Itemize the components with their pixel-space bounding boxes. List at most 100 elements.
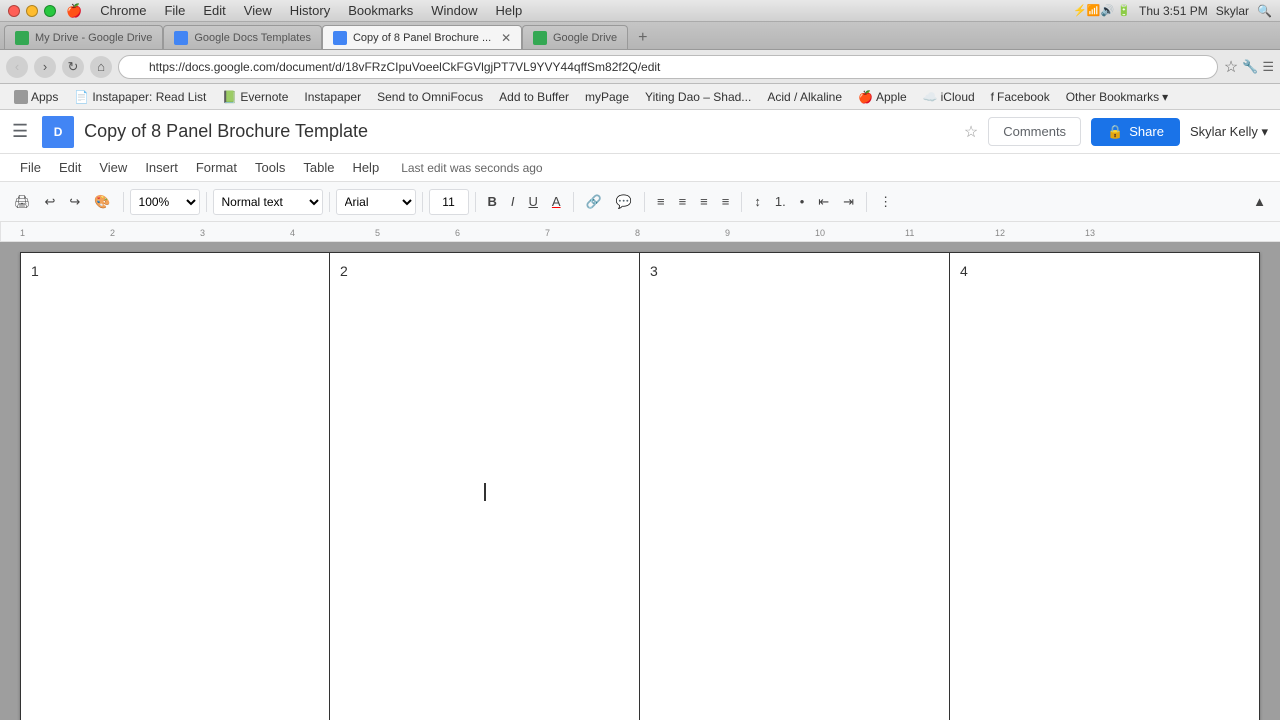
- reload-button[interactable]: ↻: [62, 56, 84, 78]
- align-left-button[interactable]: ≡: [651, 188, 671, 216]
- window-menu[interactable]: Window: [431, 3, 477, 19]
- forward-button[interactable]: ›: [34, 56, 56, 78]
- document-title[interactable]: Copy of 8 Panel Brochure Template: [84, 121, 950, 142]
- bookmark-facebook[interactable]: f Facebook: [985, 88, 1056, 106]
- italic-button[interactable]: I: [505, 188, 521, 216]
- bookmark-icloud[interactable]: ☁️ iCloud: [917, 88, 981, 106]
- link-button[interactable]: 🔗: [580, 188, 608, 216]
- help-menu-item[interactable]: Help: [344, 156, 387, 179]
- paint-format-button[interactable]: 🎨: [88, 188, 116, 216]
- increase-indent-button[interactable]: ⇥: [837, 188, 860, 216]
- panel-3[interactable]: 3: [640, 252, 950, 720]
- comments-button[interactable]: Comments: [988, 117, 1081, 146]
- zoom-select[interactable]: 100%: [130, 189, 200, 215]
- doc-body: ☰ D Copy of 8 Panel Brochure Template ☆ …: [0, 110, 1280, 720]
- table-menu-item[interactable]: Table: [295, 156, 342, 179]
- svg-text:11: 11: [905, 228, 914, 238]
- separator: [475, 192, 476, 212]
- search-icon[interactable]: 🔍: [1257, 4, 1272, 18]
- bookmark-star-icon[interactable]: ☆: [1224, 57, 1238, 77]
- unordered-list-button[interactable]: •: [794, 188, 811, 216]
- align-right-button[interactable]: ≡: [694, 188, 714, 216]
- close-button[interactable]: [8, 5, 20, 17]
- svg-text:1: 1: [20, 228, 25, 238]
- print-button[interactable]: 🖨: [8, 188, 37, 216]
- view-menu-item[interactable]: View: [91, 156, 135, 179]
- tools-menu-item[interactable]: Tools: [247, 156, 293, 179]
- home-button[interactable]: ⌂: [90, 56, 112, 78]
- svg-text:5: 5: [375, 228, 380, 238]
- tab-close-button[interactable]: ✕: [501, 31, 511, 45]
- sidebar-toggle-icon[interactable]: ☰: [12, 121, 28, 142]
- menu-icon[interactable]: ☰: [1262, 59, 1274, 75]
- more-button[interactable]: ⋮: [873, 188, 898, 216]
- bold-button[interactable]: B: [482, 188, 503, 216]
- new-tab-button[interactable]: +: [632, 27, 653, 49]
- help-menu[interactable]: Help: [495, 3, 522, 19]
- user-account[interactable]: Skylar Kelly ▾: [1190, 124, 1268, 140]
- collapse-toolbar-button[interactable]: ▲: [1247, 188, 1272, 216]
- apple-menu[interactable]: 🍎: [66, 3, 82, 19]
- ruler: 1 2 3 4 5 6 7 8 9 10 11 12 13: [0, 222, 1280, 242]
- mac-menu-bar: 🍎 Chrome File Edit View History Bookmark…: [66, 3, 522, 19]
- bookmark-label: myPage: [585, 90, 629, 104]
- edit-menu[interactable]: Edit: [203, 3, 225, 19]
- align-center-button[interactable]: ≡: [673, 188, 693, 216]
- bookmark-evernote[interactable]: 📗 Evernote: [216, 88, 294, 106]
- svg-text:6: 6: [455, 228, 460, 238]
- file-menu[interactable]: File: [164, 3, 185, 19]
- line-spacing-button[interactable]: ↕: [748, 188, 767, 216]
- separator: [329, 192, 330, 212]
- bookmarks-menu[interactable]: Bookmarks: [348, 3, 413, 19]
- redo-button[interactable]: ↪: [63, 188, 86, 216]
- style-select[interactable]: Normal text: [213, 189, 323, 215]
- minimize-button[interactable]: [26, 5, 38, 17]
- view-menu[interactable]: View: [244, 3, 272, 19]
- separator: [866, 192, 867, 212]
- bookmark-buffer[interactable]: Add to Buffer: [493, 88, 575, 106]
- bookmark-label: Apple: [876, 90, 907, 104]
- tab-mydrive[interactable]: My Drive - Google Drive: [4, 25, 163, 49]
- tab-brochure[interactable]: Copy of 8 Panel Brochure ... ✕: [322, 25, 522, 49]
- back-button[interactable]: ‹: [6, 56, 28, 78]
- justify-button[interactable]: ≡: [716, 188, 736, 216]
- file-menu-item[interactable]: File: [12, 156, 49, 179]
- bookmark-yiting[interactable]: Yiting Dao – Shad...: [639, 88, 757, 106]
- extensions-icon[interactable]: 🔧: [1242, 59, 1258, 75]
- panel-2[interactable]: 2: [330, 252, 640, 720]
- text-color-button[interactable]: A: [546, 188, 567, 216]
- bookmark-apple[interactable]: 🍎 Apple: [852, 88, 913, 106]
- font-select[interactable]: Arial: [336, 189, 416, 215]
- panel-number-3: 3: [650, 263, 658, 279]
- panel-1[interactable]: 1: [20, 252, 330, 720]
- comment-button[interactable]: 💬: [610, 188, 638, 216]
- share-button[interactable]: 🔒 Share: [1091, 118, 1180, 146]
- tab-favicon-drive: [15, 31, 29, 45]
- bookmark-instapaper[interactable]: Instapaper: [298, 88, 367, 106]
- history-menu[interactable]: History: [290, 3, 330, 19]
- chrome-menu[interactable]: Chrome: [100, 3, 146, 19]
- star-button[interactable]: ☆: [964, 122, 978, 142]
- bookmark-mypage[interactable]: myPage: [579, 88, 635, 106]
- format-menu-item[interactable]: Format: [188, 156, 245, 179]
- ordered-list-button[interactable]: 1.: [769, 188, 792, 216]
- edit-menu-item[interactable]: Edit: [51, 156, 89, 179]
- font-size-input[interactable]: [429, 189, 469, 215]
- panel-4[interactable]: 4: [950, 252, 1260, 720]
- insert-menu-item[interactable]: Insert: [137, 156, 186, 179]
- tab-googledrive[interactable]: Google Drive: [522, 25, 628, 49]
- bookmark-apps[interactable]: Apps: [8, 88, 64, 106]
- bookmark-other[interactable]: Other Bookmarks ▾: [1060, 88, 1174, 106]
- underline-button[interactable]: U: [523, 188, 544, 216]
- tab-bar: My Drive - Google Drive Google Docs Temp…: [0, 22, 1280, 50]
- decrease-indent-button[interactable]: ⇤: [812, 188, 835, 216]
- maximize-button[interactable]: [44, 5, 56, 17]
- bookmark-omnifocus[interactable]: Send to OmniFocus: [371, 88, 489, 106]
- undo-button[interactable]: ↩: [39, 188, 62, 216]
- address-input[interactable]: [118, 55, 1218, 79]
- bookmark-acid[interactable]: Acid / Alkaline: [761, 88, 848, 106]
- bookmark-instapaper-read[interactable]: 📄 Instapaper: Read List: [68, 88, 212, 106]
- tab-templates[interactable]: Google Docs Templates: [163, 25, 322, 49]
- apps-icon: [14, 90, 28, 104]
- document-area[interactable]: 1 2 3 4: [0, 242, 1280, 720]
